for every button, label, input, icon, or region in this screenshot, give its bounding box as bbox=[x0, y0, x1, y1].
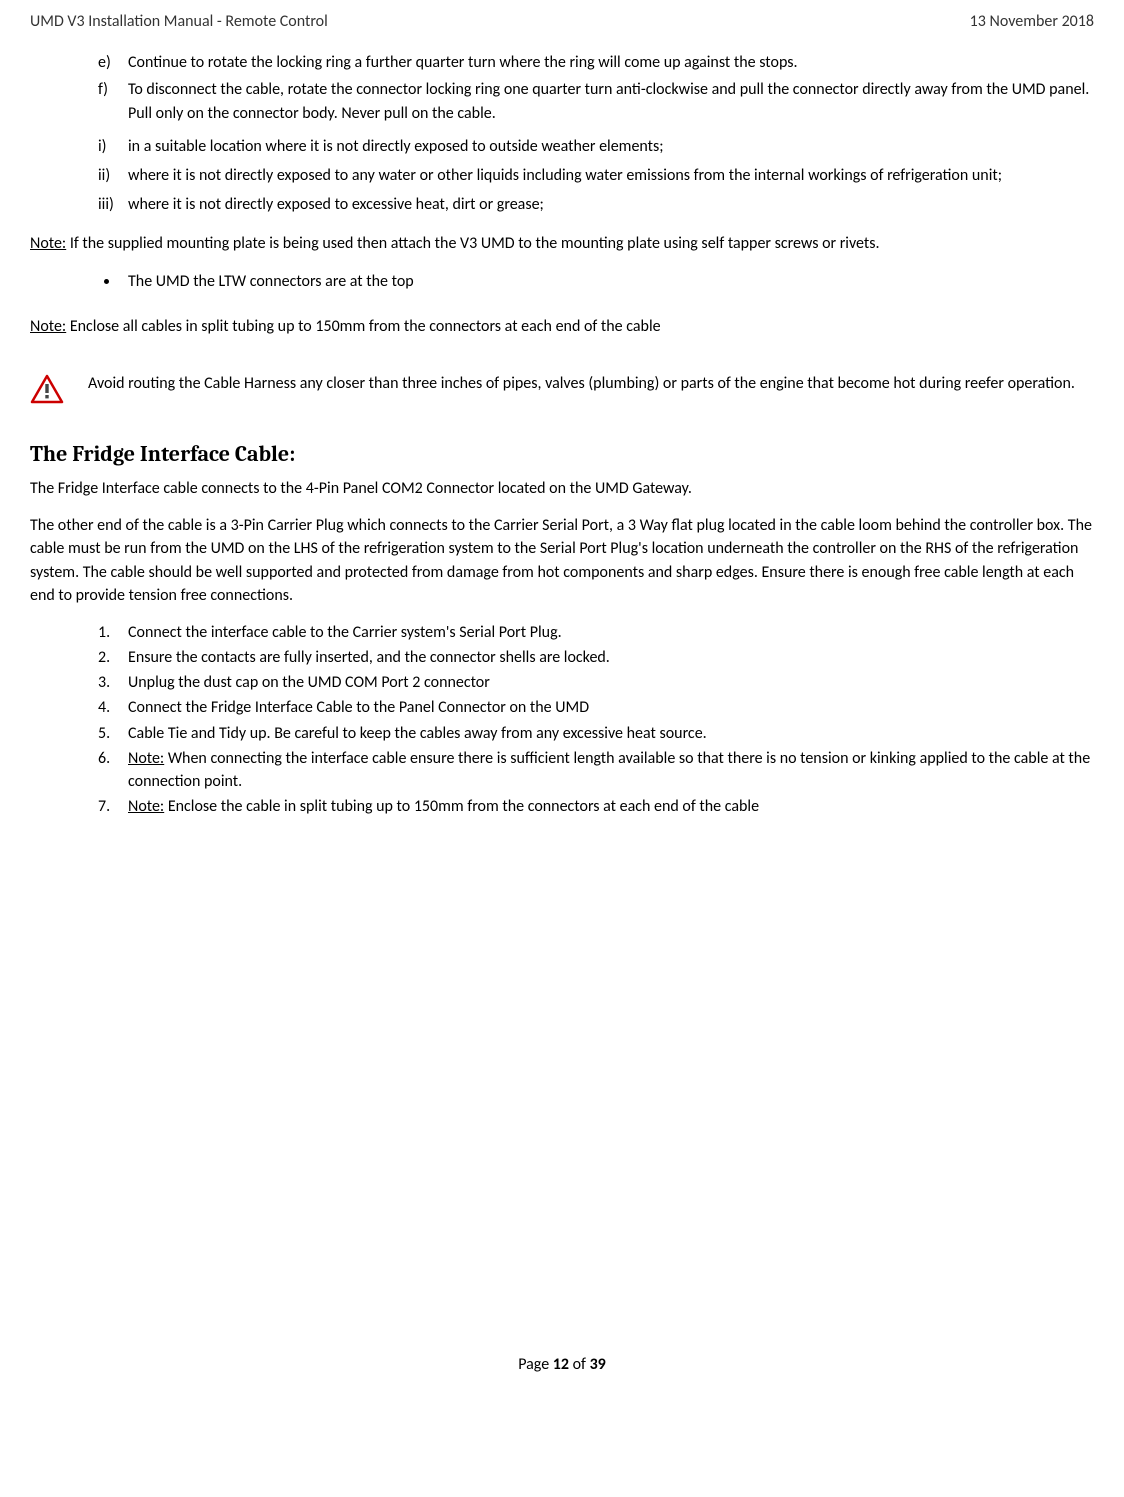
list-marker: 4. bbox=[98, 696, 110, 719]
footer-current-page: 12 bbox=[553, 1355, 569, 1374]
list-item: 4. Connect the Fridge Interface Cable to… bbox=[98, 696, 1094, 719]
list-text: Connect the interface cable to the Carri… bbox=[128, 623, 562, 642]
warning-callout: Avoid routing the Cable Harness any clos… bbox=[30, 372, 1094, 411]
note-paragraph: Note: If the supplied mounting plate is … bbox=[30, 232, 1094, 255]
list-text: where it is not directly exposed to exce… bbox=[128, 195, 544, 214]
note-label: Note: bbox=[128, 749, 164, 768]
list-marker: f) bbox=[98, 78, 108, 101]
list-item: 3. Unplug the dust cap on the UMD COM Po… bbox=[98, 671, 1094, 694]
list-item: ii) where it is not directly exposed to … bbox=[98, 164, 1094, 187]
body-paragraph: The Fridge Interface cable connects to t… bbox=[30, 477, 1094, 500]
list-item: 1. Connect the interface cable to the Ca… bbox=[98, 621, 1094, 644]
alpha-list: e) Continue to rotate the locking ring a… bbox=[30, 51, 1094, 125]
list-text: Cable Tie and Tidy up. Be careful to kee… bbox=[128, 724, 707, 743]
list-item: f) To disconnect the cable, rotate the c… bbox=[98, 78, 1094, 124]
list-text: To disconnect the cable, rotate the conn… bbox=[128, 80, 1089, 122]
note-label: Note: bbox=[128, 797, 164, 816]
footer-total-pages: 39 bbox=[590, 1355, 606, 1374]
list-marker: 6. bbox=[98, 747, 110, 770]
footer-prefix: Page bbox=[518, 1355, 553, 1374]
warning-text: Avoid routing the Cable Harness any clos… bbox=[88, 372, 1094, 395]
list-marker: i) bbox=[98, 135, 107, 158]
list-text: Ensure the contacts are fully inserted, … bbox=[128, 648, 610, 667]
list-item: i) in a suitable location where it is no… bbox=[98, 135, 1094, 158]
list-marker: e) bbox=[98, 51, 111, 74]
list-item: iii) where it is not directly exposed to… bbox=[98, 193, 1094, 216]
warning-icon bbox=[30, 374, 64, 411]
list-text: in a suitable location where it is not d… bbox=[128, 137, 664, 156]
list-marker: iii) bbox=[98, 193, 114, 216]
body-paragraph: The other end of the cable is a 3-Pin Ca… bbox=[30, 514, 1094, 607]
note-text: If the supplied mounting plate is being … bbox=[66, 234, 879, 253]
note-text: Enclose all cables in split tubing up to… bbox=[66, 317, 660, 336]
note-label: Note: bbox=[30, 317, 66, 336]
list-text: Unplug the dust cap on the UMD COM Port … bbox=[128, 673, 490, 692]
header-right: 13 November 2018 bbox=[970, 10, 1094, 33]
list-marker: 3. bbox=[98, 671, 110, 694]
note-paragraph: Note: Enclose all cables in split tubing… bbox=[30, 315, 1094, 338]
list-item: 5. Cable Tie and Tidy up. Be careful to … bbox=[98, 722, 1094, 745]
header-left: UMD V3 Installation Manual - Remote Cont… bbox=[30, 10, 328, 33]
list-text: where it is not directly exposed to any … bbox=[128, 166, 1002, 185]
list-item: 7. Note: Enclose the cable in split tubi… bbox=[98, 795, 1094, 818]
page-footer: Page 12 of 39 bbox=[0, 1353, 1124, 1376]
list-text: Continue to rotate the locking ring a fu… bbox=[128, 53, 798, 72]
list-item: 2. Ensure the contacts are fully inserte… bbox=[98, 646, 1094, 669]
numbered-list: 1. Connect the interface cable to the Ca… bbox=[30, 621, 1094, 819]
section-heading: The Fridge Interface Cable: bbox=[30, 439, 1094, 471]
footer-mid: of bbox=[569, 1355, 590, 1374]
list-marker: 5. bbox=[98, 722, 110, 745]
list-item: 6. Note: When connecting the interface c… bbox=[98, 747, 1094, 793]
bullet-list: The UMD the LTW connectors are at the to… bbox=[30, 270, 1094, 293]
list-text: Connect the Fridge Interface Cable to th… bbox=[128, 698, 589, 717]
list-marker: 2. bbox=[98, 646, 110, 669]
list-item: The UMD the LTW connectors are at the to… bbox=[120, 270, 1094, 293]
list-marker: ii) bbox=[98, 164, 110, 187]
roman-list: i) in a suitable location where it is no… bbox=[30, 135, 1094, 217]
list-marker: 1. bbox=[98, 621, 110, 644]
list-marker: 7. bbox=[98, 795, 110, 818]
list-text: Enclose the cable in split tubing up to … bbox=[164, 797, 759, 816]
list-text: When connecting the interface cable ensu… bbox=[128, 749, 1090, 791]
page-header: UMD V3 Installation Manual - Remote Cont… bbox=[30, 10, 1094, 33]
note-label: Note: bbox=[30, 234, 66, 253]
list-item: e) Continue to rotate the locking ring a… bbox=[98, 51, 1094, 74]
